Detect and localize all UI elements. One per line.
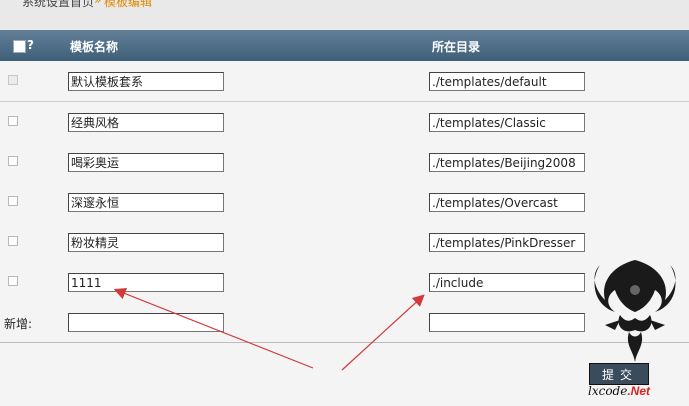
template-dir-input[interactable] <box>429 113 585 132</box>
table-row <box>0 142 689 183</box>
table-row <box>0 102 689 143</box>
template-name-input[interactable] <box>68 273 224 292</box>
template-dir-input[interactable] <box>429 273 585 292</box>
breadcrumb-separator: » <box>94 0 102 7</box>
site-watermark: lxcode.Net <box>588 384 650 398</box>
row-checkbox[interactable] <box>8 276 18 286</box>
submit-button[interactable]: 提交 <box>589 363 649 385</box>
watermark-suffix: .Net <box>627 384 651 398</box>
breadcrumb-current[interactable]: 模板编辑 <box>104 0 152 10</box>
column-header-name: 模板名称 <box>70 40 119 54</box>
row-checkbox[interactable] <box>8 156 18 166</box>
template-dir-input[interactable] <box>429 153 585 172</box>
breadcrumb: 系统设置首页 » 模板编辑 <box>0 0 689 30</box>
new-template-dir-input[interactable] <box>429 313 585 332</box>
new-template-name-input[interactable] <box>68 313 224 332</box>
select-all-label: ? <box>27 38 34 52</box>
template-dir-input[interactable] <box>429 193 585 212</box>
watermark-prefix: lxcode <box>588 384 628 398</box>
template-name-input[interactable] <box>68 233 224 252</box>
template-name-input[interactable] <box>68 193 224 212</box>
template-name-input[interactable] <box>68 113 224 132</box>
template-name-input[interactable] <box>68 72 224 91</box>
dragon-logo-icon <box>594 260 676 362</box>
row-checkbox[interactable] <box>8 75 18 85</box>
select-all-checkbox[interactable] <box>13 40 26 53</box>
row-checkbox[interactable] <box>8 116 18 126</box>
table-row <box>0 182 689 223</box>
column-header-dir: 所在目录 <box>432 40 481 54</box>
table-row <box>0 61 689 102</box>
new-row-label: 新增: <box>4 317 33 331</box>
row-checkbox[interactable] <box>8 236 18 246</box>
template-dir-input[interactable] <box>429 233 585 252</box>
breadcrumb-home[interactable]: 系统设置首页 <box>22 0 94 10</box>
row-checkbox[interactable] <box>8 196 18 206</box>
template-dir-input[interactable] <box>429 72 585 91</box>
table-header: ? 模板名称 所在目录 <box>0 30 689 61</box>
template-name-input[interactable] <box>68 153 224 172</box>
